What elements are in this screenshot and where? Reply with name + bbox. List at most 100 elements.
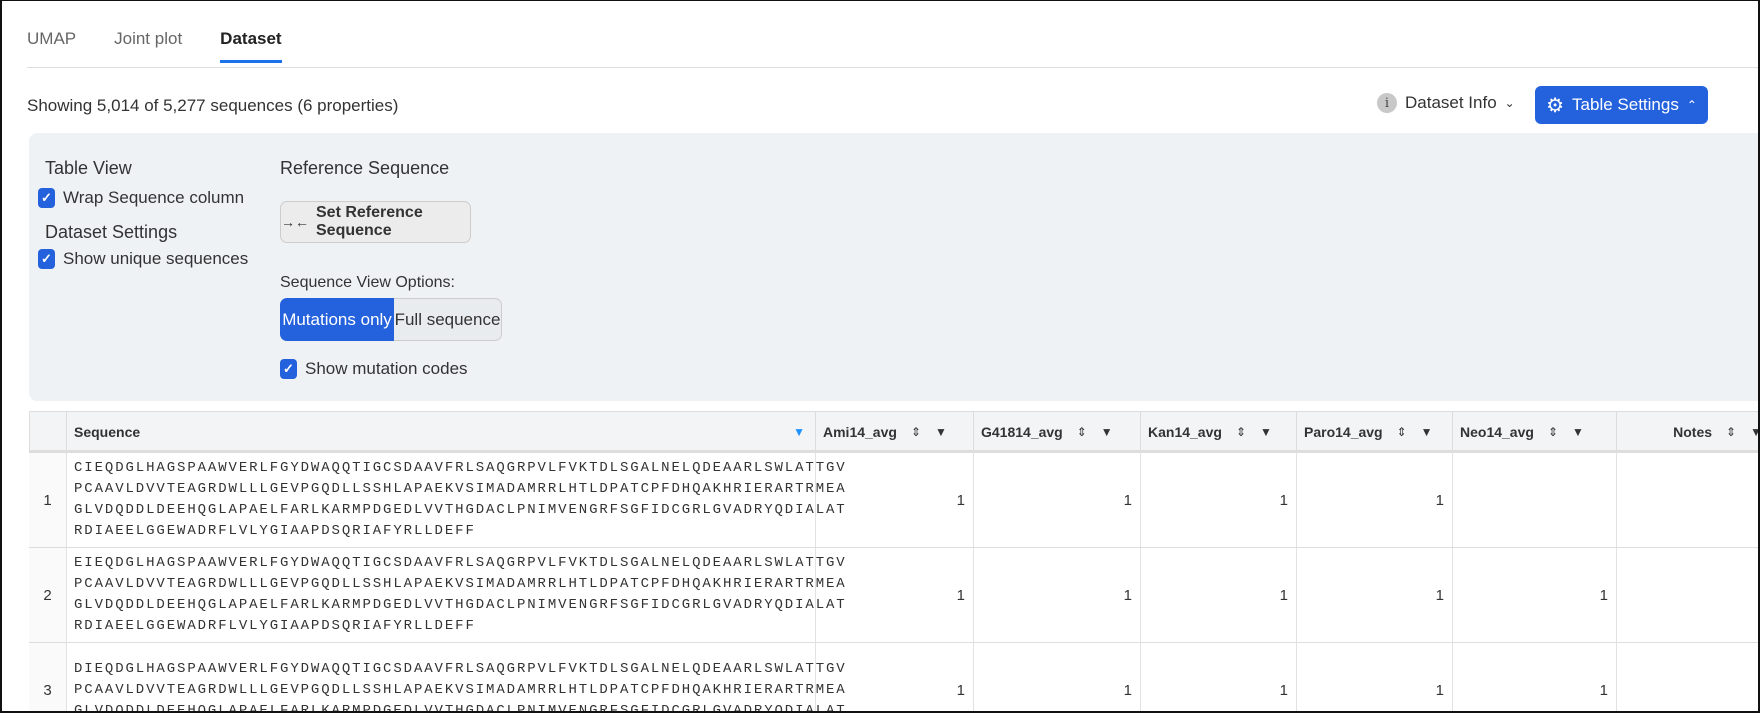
- column-header-paro14-avg[interactable]: Paro14_avg ⇕ ▼: [1296, 412, 1452, 451]
- row-number-header: [29, 412, 66, 451]
- column-header-g41814-avg[interactable]: G41814_avg ⇕ ▼: [973, 412, 1140, 451]
- sequence-line: PCAAVLDVVTEAGRDWLLLGEVPGQDLLSSHLAPAEKVSI…: [74, 681, 847, 698]
- column-header-notes[interactable]: Notes ⇕ ▼: [1616, 412, 1758, 451]
- table-header: Sequence ▼ Ami14_avg ⇕ ▼ G41814_avg ⇕ ▼ Ka…: [29, 411, 1758, 453]
- table-settings-button[interactable]: ⚙ Table Settings ⌃: [1535, 86, 1708, 124]
- show-mutation-codes-checkbox[interactable]: ✓ Show mutation codes: [280, 359, 468, 379]
- show-unique-label: Show unique sequences: [63, 249, 249, 268]
- sequence-line: GLVDQDDLDEEHQGLAPAELFARLKARMPDGEDLVVTHGD…: [74, 597, 847, 613]
- value-cell: 1: [815, 548, 973, 642]
- dataset-info-label: Dataset Info: [1405, 93, 1497, 112]
- wrap-sequence-label: Wrap Sequence column: [63, 188, 245, 207]
- sort-icon[interactable]: ⇕: [911, 425, 921, 439]
- filter-icon[interactable]: ▼: [1572, 425, 1584, 439]
- sequence-line: PCAAVLDVVTEAGRDWLLLGEVPGQDLLSSHLAPAEKVSI…: [74, 481, 847, 497]
- reference-sequence-heading: Reference Sequence: [280, 158, 450, 178]
- dataset-settings-heading: Dataset Settings: [45, 222, 178, 242]
- show-unique-checkbox[interactable]: ✓ Show unique sequences: [38, 249, 248, 269]
- value-cell: 1: [1296, 453, 1452, 547]
- tab-bar: UMAP Joint plot Dataset: [27, 29, 283, 63]
- dataset-info-button[interactable]: i Dataset Info ⌄: [1377, 93, 1515, 113]
- sequence-view-options-label: Sequence View Options:: [280, 274, 455, 291]
- sort-icon[interactable]: ⇕: [1236, 425, 1246, 439]
- sequence-line: RDIAEELGGEWADRFLVLYGIAAPDSQRIAFYRLLDEFF: [74, 618, 476, 634]
- sequence-cell[interactable]: DIEQDGLHAGSPAAWVERLFGYDWAQQTIGCSDAAVFRLS…: [66, 643, 845, 711]
- filter-icon[interactable]: ▼: [1421, 425, 1433, 439]
- sequence-line: GLVDQDDLDEEHQGLAPAELFARLKARMPDGEDLVVTHGD…: [74, 502, 847, 518]
- sequence-line: RDIAEELGGEWADRFLVLYGIAAPDSQRIAFYRLLDEFF: [74, 523, 476, 539]
- table-row[interactable]: 2 EIEQDGLHAGSPAAWVERLFGYDWAQQTIGCSDAAVFRL…: [29, 548, 1758, 643]
- sequence-line: PCAAVLDVVTEAGRDWLLLGEVPGQDLLSSHLAPAEKVSI…: [74, 576, 847, 592]
- checkbox-checked-icon: ✓: [38, 188, 55, 208]
- info-icon: i: [1377, 93, 1397, 113]
- table-settings-label: Table Settings: [1572, 95, 1679, 114]
- chevron-down-icon: ⌄: [1504, 96, 1515, 110]
- column-label: G41814_avg: [981, 423, 1063, 440]
- value-cell: 1: [1452, 643, 1616, 711]
- value-cell: [1616, 453, 1758, 547]
- row-number: 3: [29, 643, 66, 711]
- value-cell: 1: [973, 453, 1140, 547]
- value-cell: 1: [1296, 548, 1452, 642]
- checkbox-checked-icon: ✓: [280, 359, 297, 379]
- value-cell: 1: [973, 548, 1140, 642]
- wrap-sequence-checkbox[interactable]: ✓ Wrap Sequence column: [38, 188, 244, 208]
- column-header-neo14-avg[interactable]: Neo14_avg ⇕ ▼: [1452, 412, 1616, 451]
- filter-icon[interactable]: ▼: [1260, 425, 1272, 439]
- merge-arrows-icon: →←: [281, 214, 309, 230]
- sequence-line: DIEQDGLHAGSPAAWVERLFGYDWAQQTIGCSDAAVFRLS…: [74, 660, 847, 677]
- column-label: Neo14_avg: [1460, 423, 1534, 440]
- sequence-line: CIEQDGLHAGSPAAWVERLFGYDWAQQTIGCSDAAVFRLS…: [74, 460, 847, 476]
- checkbox-checked-icon: ✓: [38, 249, 55, 269]
- column-header-kan14-avg[interactable]: Kan14_avg ⇕ ▼: [1140, 412, 1296, 451]
- sequence-line: GLVDQDDLDEEHQGLAPAELFARLKARMPDGEDLVVTHGD…: [74, 702, 847, 713]
- table-row[interactable]: 3 DIEQDGLHAGSPAAWVERLFGYDWAQQTIGCSDAAVFRL…: [29, 643, 1758, 711]
- app-frame: UMAP Joint plot Dataset Showing 5,014 of…: [0, 0, 1760, 713]
- value-cell: 1: [1296, 643, 1452, 711]
- value-cell: 1: [1140, 548, 1296, 642]
- column-header-sequence[interactable]: Sequence ▼: [66, 412, 815, 451]
- filter-icon[interactable]: ▼: [1750, 425, 1758, 439]
- row-number: 1: [29, 453, 66, 547]
- gear-icon: ⚙: [1546, 94, 1565, 117]
- value-cell: 1: [1616, 643, 1758, 711]
- column-label: Kan14_avg: [1148, 423, 1222, 440]
- full-sequence-toggle[interactable]: Full sequence: [394, 298, 502, 341]
- table-settings-panel: Table View ✓ Wrap Sequence column Datase…: [29, 133, 1758, 401]
- sort-icon[interactable]: ⇕: [1548, 425, 1558, 439]
- tab-joint-plot[interactable]: Joint plot: [114, 29, 182, 63]
- column-label: Sequence: [74, 423, 141, 440]
- chevron-up-icon: ⌃: [1686, 98, 1697, 112]
- filter-icon[interactable]: ▼: [935, 425, 947, 439]
- tab-dataset[interactable]: Dataset: [220, 29, 283, 63]
- sort-icon[interactable]: ⇕: [1726, 425, 1736, 439]
- value-cell: 1: [815, 453, 973, 547]
- filter-active-icon[interactable]: ▼: [793, 425, 805, 439]
- sort-icon[interactable]: ⇕: [1077, 425, 1087, 439]
- set-reference-sequence-button[interactable]: →← Set Reference Sequence: [280, 201, 471, 243]
- column-label: Ami14_avg: [823, 423, 897, 440]
- value-cell: 1: [1452, 548, 1616, 642]
- tab-divider: [27, 67, 1758, 68]
- sequence-cell[interactable]: EIEQDGLHAGSPAAWVERLFGYDWAQQTIGCSDAAVFRLS…: [66, 548, 845, 642]
- table-row[interactable]: 1 CIEQDGLHAGSPAAWVERLFGYDWAQQTIGCSDAAVFRL…: [29, 453, 1758, 548]
- sequence-count-summary: Showing 5,014 of 5,277 sequences (6 prop…: [27, 96, 399, 115]
- row-number: 2: [29, 548, 66, 642]
- value-cell: 1: [1140, 453, 1296, 547]
- mutations-only-toggle[interactable]: Mutations only: [280, 298, 394, 341]
- tab-umap[interactable]: UMAP: [27, 29, 76, 63]
- set-reference-label: Set Reference Sequence: [316, 204, 423, 239]
- sequence-cell[interactable]: CIEQDGLHAGSPAAWVERLFGYDWAQQTIGCSDAAVFRLS…: [66, 453, 845, 547]
- value-cell: 1: [1616, 548, 1758, 642]
- show-mutation-codes-label: Show mutation codes: [305, 359, 468, 378]
- value-cell: 1: [973, 643, 1140, 711]
- column-header-ami14-avg[interactable]: Ami14_avg ⇕ ▼: [815, 412, 973, 451]
- value-cell: 1: [1140, 643, 1296, 711]
- table-view-heading: Table View: [45, 158, 132, 178]
- value-cell: [1452, 453, 1616, 547]
- sort-icon[interactable]: ⇕: [1397, 425, 1407, 439]
- value-cell: 1: [815, 643, 973, 711]
- sequence-line: EIEQDGLHAGSPAAWVERLFGYDWAQQTIGCSDAAVFRLS…: [74, 555, 847, 571]
- filter-icon[interactable]: ▼: [1101, 425, 1113, 439]
- column-label: Paro14_avg: [1304, 423, 1383, 440]
